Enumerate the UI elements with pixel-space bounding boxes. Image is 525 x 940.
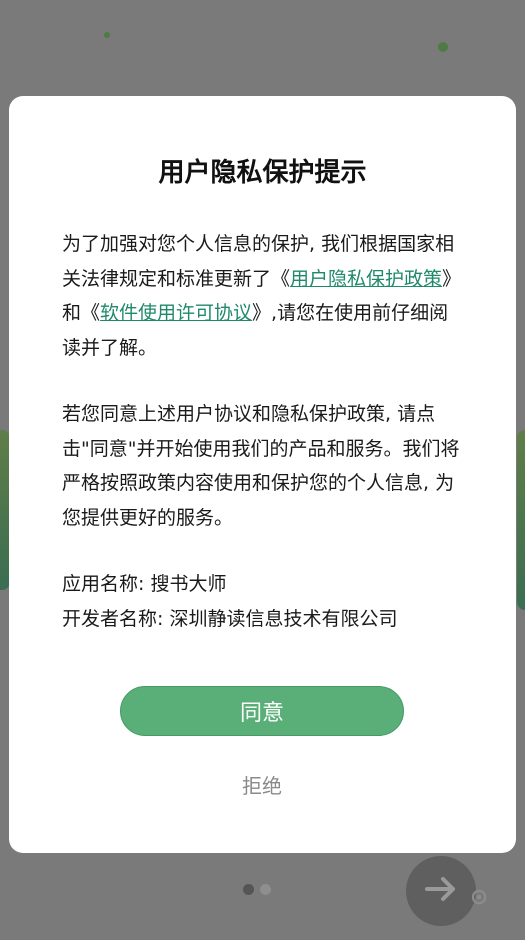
arrow-right-icon — [421, 869, 461, 913]
page-dot — [260, 884, 271, 895]
privacy-intro-text: 为了加强对您个人信息的保护, 我们根据国家相关法律规定和标准更新了《用户隐私保护… — [62, 233, 462, 359]
dialog-title: 用户隐私保护提示 — [158, 158, 367, 188]
watermark-logo: ⊙ — [467, 883, 491, 912]
agree-button[interactable]: 同意 — [120, 686, 404, 736]
background-decoration — [438, 42, 448, 52]
app-info: 应用名称: 搜书大师开发者名称: 深圳静读信息技术有限公司 — [62, 567, 462, 636]
consent-text: 若您同意上述用户协议和隐私保护政策, 请点击"同意"并开始使用我们的产品和服务。… — [62, 403, 460, 529]
license-agreement-link[interactable]: 软件使用许可协议 — [100, 302, 252, 324]
next-button[interactable] — [406, 856, 476, 926]
privacy-policy-link[interactable]: 用户隐私保护政策 — [290, 268, 442, 290]
background-decoration — [104, 32, 110, 38]
background-decoration — [517, 430, 525, 610]
developer-line: 开发者名称: 深圳静读信息技术有限公司 — [62, 607, 398, 630]
page-indicator — [243, 884, 271, 895]
page-dot-active — [243, 884, 254, 895]
app-name-line: 应用名称: 搜书大师 — [62, 573, 227, 595]
reject-button[interactable]: 拒绝 — [212, 770, 312, 802]
